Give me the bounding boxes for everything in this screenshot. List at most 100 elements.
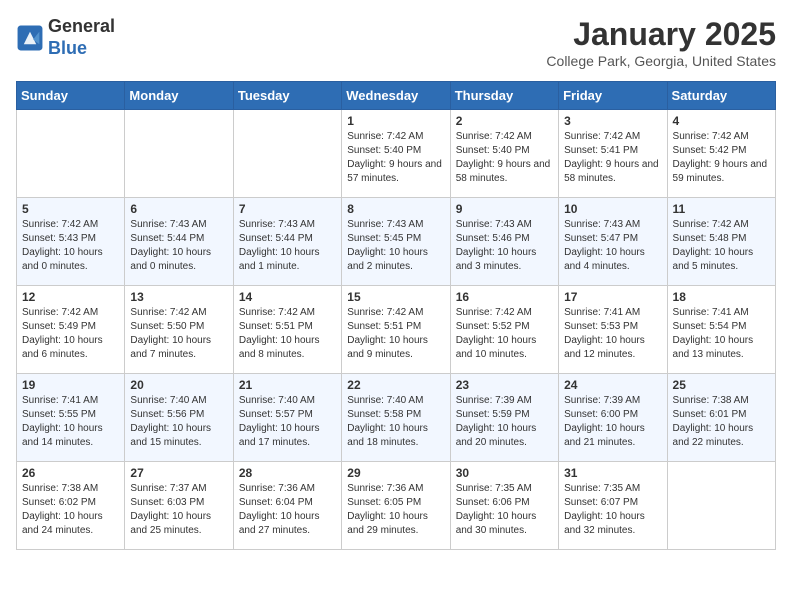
day-number: 27 [130,466,227,480]
calendar-cell [667,462,775,550]
day-header-thursday: Thursday [450,82,558,110]
page-header: General Blue January 2025 College Park, … [16,16,776,69]
day-number: 23 [456,378,553,392]
calendar-header-row: SundayMondayTuesdayWednesdayThursdayFrid… [17,82,776,110]
calendar-table: SundayMondayTuesdayWednesdayThursdayFrid… [16,81,776,550]
day-number: 25 [673,378,770,392]
calendar-week-2: 5 Sunrise: 7:42 AM Sunset: 5:43 PM Daylig… [17,198,776,286]
calendar-cell: 25Sunrise: 7:38 AM Sunset: 6:01 PM Dayli… [667,374,775,462]
calendar-cell: 9 Sunrise: 7:43 AM Sunset: 5:46 PM Daylig… [450,198,558,286]
day-info: Sunrise: 7:40 AM Sunset: 5:58 PM Dayligh… [347,394,444,450]
title-block: January 2025 College Park, Georgia, Unit… [546,16,776,69]
calendar-cell: 23 Sunrise: 7:39 AM Sunset: 5:59 PM Dayli… [450,374,558,462]
day-number: 9 [456,202,553,216]
day-number: 3 [564,114,661,128]
day-info: Sunrise: 7:40 AM Sunset: 5:57 PM Dayligh… [239,394,336,450]
day-info: Sunrise: 7:37 AM Sunset: 6:03 PM Dayligh… [130,482,227,538]
calendar-cell: 24 Sunrise: 7:39 AM Sunset: 6:00 PM Dayli… [559,374,667,462]
day-number: 11 [673,202,770,216]
day-number: 30 [456,466,553,480]
day-info: Sunrise: 7:42 AM Sunset: 5:50 PM Dayligh… [130,306,227,362]
day-info: Sunrise: 7:35 AM Sunset: 6:07 PM Dayligh… [564,482,661,538]
day-number: 8 [347,202,444,216]
day-number: 20 [130,378,227,392]
day-number: 2 [456,114,553,128]
day-info: Sunrise: 7:40 AM Sunset: 5:56 PM Dayligh… [130,394,227,450]
day-number: 29 [347,466,444,480]
day-info: Sunrise: 7:42 AM Sunset: 5:41 PM Dayligh… [564,130,661,186]
calendar-cell: 5 Sunrise: 7:42 AM Sunset: 5:43 PM Daylig… [17,198,125,286]
day-number: 28 [239,466,336,480]
day-number: 4 [673,114,770,128]
month-title: January 2025 [546,16,776,53]
day-info: Sunrise: 7:43 AM Sunset: 5:46 PM Dayligh… [456,218,553,274]
day-info: Sunrise: 7:43 AM Sunset: 5:44 PM Dayligh… [130,218,227,274]
day-number: 13 [130,290,227,304]
day-number: 5 [22,202,119,216]
day-info: Sunrise: 7:42 AM Sunset: 5:51 PM Dayligh… [239,306,336,362]
day-number: 26 [22,466,119,480]
calendar-cell: 8 Sunrise: 7:43 AM Sunset: 5:45 PM Daylig… [342,198,450,286]
calendar-cell: 18 Sunrise: 7:41 AM Sunset: 5:54 PM Dayli… [667,286,775,374]
calendar-week-3: 12 Sunrise: 7:42 AM Sunset: 5:49 PM Dayli… [17,286,776,374]
calendar-cell [17,110,125,198]
day-info: Sunrise: 7:39 AM Sunset: 5:59 PM Dayligh… [456,394,553,450]
day-header-friday: Friday [559,82,667,110]
day-info: Sunrise: 7:42 AM Sunset: 5:40 PM Dayligh… [456,130,553,186]
day-info: Sunrise: 7:42 AM Sunset: 5:49 PM Dayligh… [22,306,119,362]
day-number: 12 [22,290,119,304]
day-info: Sunrise: 7:43 AM Sunset: 5:45 PM Dayligh… [347,218,444,274]
calendar-cell: 28Sunrise: 7:36 AM Sunset: 6:04 PM Dayli… [233,462,341,550]
day-info: Sunrise: 7:42 AM Sunset: 5:52 PM Dayligh… [456,306,553,362]
day-info: Sunrise: 7:42 AM Sunset: 5:40 PM Dayligh… [347,130,444,186]
calendar-cell: 7Sunrise: 7:43 AM Sunset: 5:44 PM Daylig… [233,198,341,286]
day-number: 17 [564,290,661,304]
logo-general-text: General [48,16,115,36]
day-header-sunday: Sunday [17,82,125,110]
day-number: 16 [456,290,553,304]
day-info: Sunrise: 7:42 AM Sunset: 5:43 PM Dayligh… [22,218,119,274]
calendar-cell: 20 Sunrise: 7:40 AM Sunset: 5:56 PM Dayli… [125,374,233,462]
day-header-tuesday: Tuesday [233,82,341,110]
day-info: Sunrise: 7:43 AM Sunset: 5:47 PM Dayligh… [564,218,661,274]
calendar-week-1: 1 Sunrise: 7:42 AM Sunset: 5:40 PM Daylig… [17,110,776,198]
calendar-week-5: 26 Sunrise: 7:38 AM Sunset: 6:02 PM Dayli… [17,462,776,550]
day-number: 24 [564,378,661,392]
calendar-cell: 1 Sunrise: 7:42 AM Sunset: 5:40 PM Daylig… [342,110,450,198]
calendar-cell: 30 Sunrise: 7:35 AM Sunset: 6:06 PM Dayli… [450,462,558,550]
calendar-cell: 12 Sunrise: 7:42 AM Sunset: 5:49 PM Dayli… [17,286,125,374]
day-number: 1 [347,114,444,128]
calendar-cell: 3 Sunrise: 7:42 AM Sunset: 5:41 PM Daylig… [559,110,667,198]
logo-icon [16,24,44,52]
day-number: 15 [347,290,444,304]
day-info: Sunrise: 7:41 AM Sunset: 5:54 PM Dayligh… [673,306,770,362]
calendar-cell: 19Sunrise: 7:41 AM Sunset: 5:55 PM Dayli… [17,374,125,462]
calendar-cell: 29 Sunrise: 7:36 AM Sunset: 6:05 PM Dayli… [342,462,450,550]
calendar-cell: 4 Sunrise: 7:42 AM Sunset: 5:42 PM Daylig… [667,110,775,198]
calendar-week-4: 19Sunrise: 7:41 AM Sunset: 5:55 PM Dayli… [17,374,776,462]
day-info: Sunrise: 7:36 AM Sunset: 6:05 PM Dayligh… [347,482,444,538]
location-text: College Park, Georgia, United States [546,53,776,69]
day-info: Sunrise: 7:42 AM Sunset: 5:42 PM Dayligh… [673,130,770,186]
logo: General Blue [16,16,115,59]
day-header-wednesday: Wednesday [342,82,450,110]
calendar-cell [125,110,233,198]
day-header-saturday: Saturday [667,82,775,110]
day-info: Sunrise: 7:42 AM Sunset: 5:48 PM Dayligh… [673,218,770,274]
logo-blue-text: Blue [48,38,87,58]
day-header-monday: Monday [125,82,233,110]
calendar-cell: 14Sunrise: 7:42 AM Sunset: 5:51 PM Dayli… [233,286,341,374]
calendar-cell: 2 Sunrise: 7:42 AM Sunset: 5:40 PM Daylig… [450,110,558,198]
day-info: Sunrise: 7:41 AM Sunset: 5:53 PM Dayligh… [564,306,661,362]
calendar-cell: 26 Sunrise: 7:38 AM Sunset: 6:02 PM Dayli… [17,462,125,550]
day-info: Sunrise: 7:35 AM Sunset: 6:06 PM Dayligh… [456,482,553,538]
calendar-cell: 15Sunrise: 7:42 AM Sunset: 5:51 PM Dayli… [342,286,450,374]
calendar-cell: 27 Sunrise: 7:37 AM Sunset: 6:03 PM Dayli… [125,462,233,550]
day-info: Sunrise: 7:39 AM Sunset: 6:00 PM Dayligh… [564,394,661,450]
day-info: Sunrise: 7:43 AM Sunset: 5:44 PM Dayligh… [239,218,336,274]
calendar-cell: 22Sunrise: 7:40 AM Sunset: 5:58 PM Dayli… [342,374,450,462]
day-info: Sunrise: 7:38 AM Sunset: 6:02 PM Dayligh… [22,482,119,538]
calendar-cell: 21Sunrise: 7:40 AM Sunset: 5:57 PM Dayli… [233,374,341,462]
day-number: 18 [673,290,770,304]
day-number: 6 [130,202,227,216]
